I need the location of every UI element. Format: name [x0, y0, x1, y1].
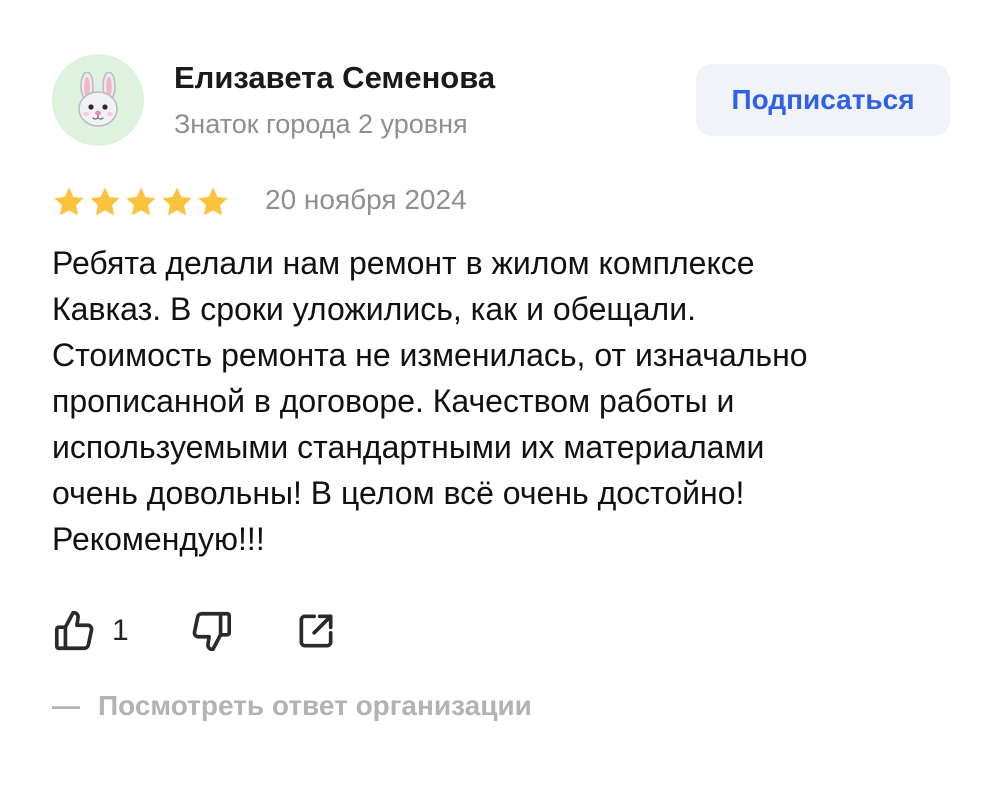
review-text-line: прописанной в договоре. Качеством работы…	[52, 383, 735, 419]
star-icon	[126, 187, 156, 216]
review-text-line: Ребята делали нам ремонт в жилом комплек…	[52, 245, 755, 281]
thumbs-up-icon	[54, 610, 94, 651]
review-text-line: очень довольны! В целом всё очень достой…	[52, 475, 745, 511]
star-icon	[90, 187, 120, 216]
rating-stars	[52, 185, 230, 219]
author-name[interactable]: Елизавета Семенова	[174, 60, 495, 96]
org-reply-dash: —	[52, 690, 80, 721]
star-icon	[198, 187, 228, 216]
rabbit-face-icon	[78, 72, 118, 127]
review-text-line: Кавказ. В сроки уложились, как и обещали…	[52, 291, 696, 327]
like-count: 1	[112, 614, 129, 647]
avatar[interactable]	[52, 54, 144, 146]
like-button[interactable]: 1	[52, 606, 129, 656]
review-text-line: используемыми стандартными их материалам…	[52, 429, 765, 465]
dislike-button[interactable]	[188, 606, 234, 656]
review-text-line: Рекомендую!!!	[52, 521, 265, 557]
review-text: Ребята делали нам ремонт в жилом комплек…	[52, 240, 952, 562]
subscribe-button[interactable]: Подписаться	[696, 64, 950, 136]
share-button[interactable]	[294, 606, 338, 656]
view-org-reply-link[interactable]: — Посмотреть ответ организации	[52, 690, 532, 722]
star-icon	[54, 187, 84, 216]
author-level: Знаток города 2 уровня	[174, 109, 468, 139]
org-reply-label: Посмотреть ответ организации	[98, 690, 532, 721]
star-icon	[162, 187, 192, 216]
review-date: 20 ноября 2024	[265, 184, 467, 215]
review-text-line: Стоимость ремонта не изменилась, от изна…	[52, 337, 808, 373]
thumbs-down-icon	[192, 611, 232, 652]
share-icon	[299, 614, 333, 648]
